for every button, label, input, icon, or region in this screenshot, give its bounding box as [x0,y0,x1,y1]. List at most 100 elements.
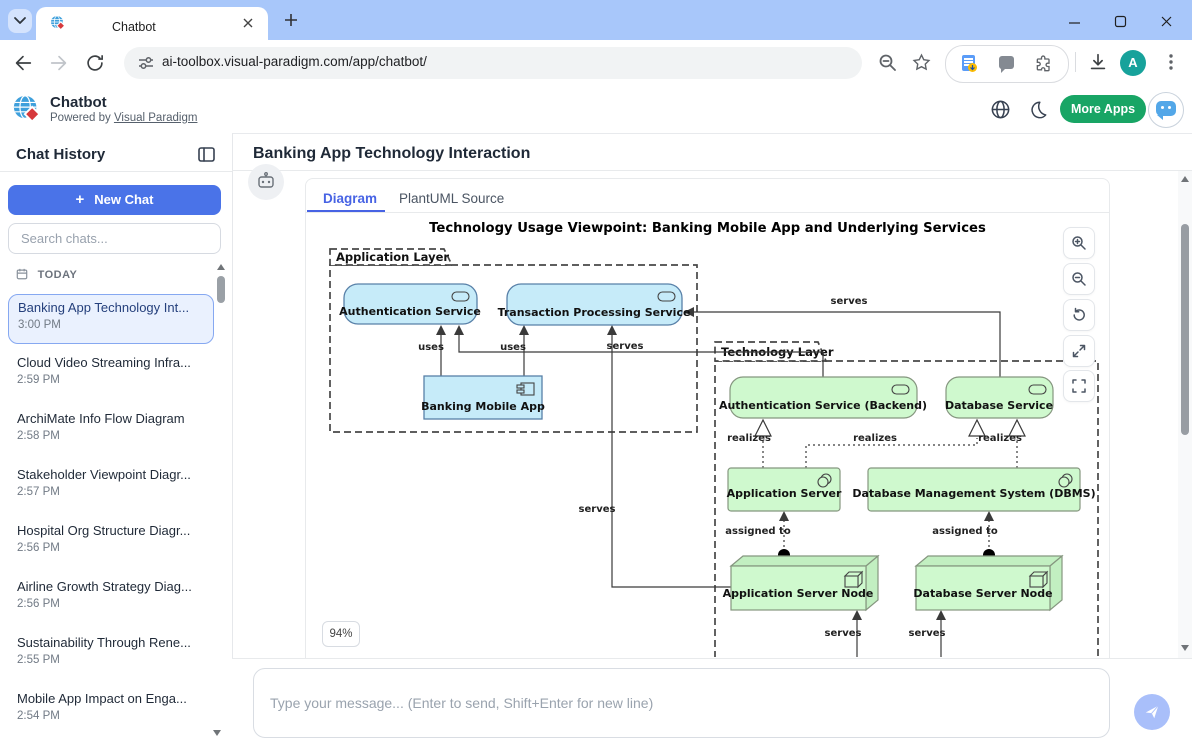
language-globe-icon[interactable] [990,99,1011,120]
db-server-node-top [916,556,1062,566]
node-tps-label: Transaction Processing Service [498,306,691,319]
cube-icon [845,572,862,587]
chat-item-hospital-org[interactable]: Hospital Org Structure Diagr... 2:56 PM [8,518,212,566]
chat-item-archimate-flow[interactable]: ArchiMate Info Flow Diagram 2:58 PM [8,406,212,454]
visual-paradigm-logo [12,94,42,124]
zoom-in-button[interactable] [1063,227,1095,259]
system-software-icon [818,477,828,487]
chat-item-title: ArchiMate Info Flow Diagram [17,411,185,426]
chat-item-stakeholder[interactable]: Stakeholder Viewpoint Diagr... 2:57 PM [8,462,212,510]
system-software-icon [1059,477,1069,487]
node-authentication-service[interactable] [344,284,477,324]
chevron-down-icon [13,16,27,26]
bookmark-star-icon[interactable] [911,52,932,73]
new-chat-button[interactable]: +New Chat [8,185,221,215]
main-scroll-down[interactable] [1181,645,1189,651]
tab-title: Chatbot [112,20,156,34]
main-scroll-up[interactable] [1181,176,1189,182]
fit-to-screen-button[interactable] [1063,335,1095,367]
forward-icon[interactable] [48,52,70,74]
zoom-out-page-icon[interactable] [878,53,898,73]
send-button[interactable] [1134,694,1170,730]
chat-item-mobile-app-impact[interactable]: Mobile App Impact on Enga... 2:54 PM [8,686,212,734]
chat-item-time: 2:56 PM [17,542,60,554]
chat-history-title: Chat History [16,146,105,163]
url-text[interactable]: ai-toolbox.visual-paradigm.com/app/chatb… [162,54,427,69]
more-apps-button[interactable]: More Apps [1060,95,1146,123]
reset-view-button[interactable] [1063,299,1095,331]
profile-avatar[interactable]: A [1120,50,1146,76]
send-paper-plane-icon [1143,703,1161,721]
window-close-button[interactable] [1160,12,1178,30]
dark-mode-moon-icon[interactable] [1028,99,1048,120]
serves-label: serves [831,296,868,307]
serves-label: serves [909,628,946,639]
new-tab-button[interactable] [284,13,298,27]
chat-item-sustainability[interactable]: Sustainability Through Rene... 2:55 PM [8,630,212,678]
chat-item-title: Hospital Org Structure Diagr... [17,523,190,538]
chatbot-badge-icon[interactable] [1148,92,1184,128]
app-service-icon [658,292,675,301]
tech-service-icon [892,385,909,394]
calendar-icon [16,268,28,280]
component-icon-tab [517,390,524,393]
node-auth-backend-label: Authentication Service (Backend) [719,399,927,412]
chat-item-title: Banking App Technology Int... [18,300,189,315]
archimate-diagram-canvas[interactable]: Application Layer Technology Layer uses … [306,178,1110,657]
chat-item-time: 2:57 PM [17,486,60,498]
node-db-server-node-label: Database Server Node [913,587,1052,600]
plus-icon: + [76,191,85,208]
sidebar-scrollbar-thumb[interactable] [217,276,225,303]
favicon-visual-paradigm-icon [50,15,66,31]
chat-item-time: 2:55 PM [17,654,60,666]
application-layer-label: Application Layer [336,250,449,264]
reset-rotate-icon [1071,307,1087,323]
message-input[interactable] [253,668,1110,738]
main-scrollbar-thumb[interactable] [1181,224,1189,435]
search-input[interactable] [8,223,221,254]
sidebar-scroll-down[interactable] [213,730,221,736]
fullscreen-brackets-icon [1071,378,1087,394]
zoom-level-badge: 94% [322,621,360,647]
back-icon[interactable] [12,52,34,74]
downloads-icon[interactable] [1087,51,1109,73]
realizes-label: realizes [727,433,771,444]
reload-icon[interactable] [84,52,106,74]
chat-item-airline-growth[interactable]: Airline Growth Strategy Diag... 2:56 PM [8,574,212,622]
browser-menu-icon[interactable] [1164,53,1178,71]
app-title: Chatbot [50,94,107,111]
app-header [0,85,1192,134]
browser-tab[interactable]: Chatbot [36,7,268,40]
zoom-out-button[interactable] [1063,263,1095,295]
chat-item-title: Stakeholder Viewpoint Diagr... [17,467,191,482]
toolbar-divider [1075,52,1076,72]
chat-item-cloud-video[interactable]: Cloud Video Streaming Infra... 2:59 PM [8,350,212,398]
window-minimize-button[interactable] [1068,12,1086,30]
sidebar-collapse-icon[interactable] [198,147,215,162]
chat-item-banking-app[interactable]: Banking App Technology Int... 3:00 PM [8,294,214,344]
realizes-label: realizes [978,433,1022,444]
fullscreen-button[interactable] [1063,370,1095,402]
component-icon-tab [517,385,524,388]
browser-window: Chatbot ai-toolbox.visual-paradigm.com/a… [0,0,1192,745]
uses-label: uses [418,342,444,353]
powered-by: Powered by Visual Paradigm [50,112,197,124]
zoom-out-icon [1071,271,1087,287]
docs-extension-icon[interactable] [962,55,975,71]
tab-search-chevron-button[interactable] [8,9,32,33]
robot-icon [257,172,275,192]
window-maximize-button[interactable] [1114,12,1132,30]
node-banking-mobile-label: Banking Mobile App [421,400,545,413]
tab-close-icon[interactable] [242,17,254,29]
assigned-to-label: assigned to [932,526,998,537]
chat-item-time: 2:54 PM [17,710,60,722]
feedback-extension-icon[interactable] [999,56,1014,69]
realizes-label: realizes [853,433,897,444]
sidebar-scroll-up[interactable] [217,264,225,270]
expand-arrows-icon [1071,343,1087,359]
site-settings-icon[interactable] [138,55,154,71]
zoom-in-icon [1071,235,1087,251]
visual-paradigm-link[interactable]: Visual Paradigm [114,112,198,124]
extensions-puzzle-icon[interactable] [1034,54,1054,74]
chat-item-time: 2:59 PM [17,374,60,386]
